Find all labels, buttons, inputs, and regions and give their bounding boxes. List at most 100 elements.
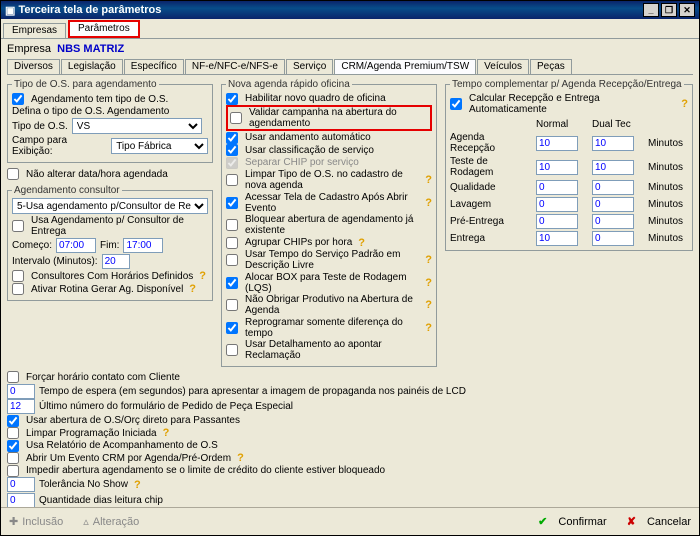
tab-nfe[interactable]: NF-e/NFC-e/NFS-e — [185, 59, 285, 74]
inp-pe-n[interactable] — [536, 214, 578, 229]
tab-especifico[interactable]: Específico — [124, 59, 184, 74]
hint-icon[interactable]: ? — [425, 322, 432, 334]
chk-agrupar-chips[interactable] — [226, 237, 238, 249]
hint-icon[interactable]: ? — [425, 277, 432, 289]
inp-lv-n[interactable] — [536, 197, 578, 212]
tab-veiculos[interactable]: Veículos — [477, 59, 529, 74]
inp-en-n[interactable] — [536, 231, 578, 246]
inp-ultimo-num[interactable] — [7, 399, 35, 414]
chk-acessar-tela[interactable] — [226, 197, 238, 209]
chk-nao-obrigar[interactable] — [226, 299, 238, 311]
window-title: Terceira tela de parâmetros — [18, 4, 161, 16]
inp-qtd-dias[interactable] — [7, 493, 35, 508]
row-ag-recep: Agenda Recepção — [450, 132, 530, 154]
inp-comeco[interactable] — [56, 238, 96, 253]
hint-icon[interactable]: ? — [163, 427, 170, 439]
lbl-ultimo-num: Último número do formulário de Pedido de… — [39, 401, 293, 412]
row-pre: Pré-Entrega — [450, 216, 530, 227]
inp-ql-n[interactable] — [536, 180, 578, 195]
inp-fim[interactable] — [123, 238, 163, 253]
chk-alocar-box[interactable] — [226, 277, 238, 289]
chk-classificacao[interactable] — [226, 144, 238, 156]
inp-pe-d[interactable] — [592, 214, 634, 229]
lbl-calc-auto: Calcular Recepção e Entrega Automaticame… — [469, 93, 675, 115]
hint-icon[interactable]: ? — [425, 254, 432, 266]
tab-crm[interactable]: CRM/Agenda Premium/TSW — [334, 59, 476, 74]
hint-icon[interactable]: ? — [134, 479, 141, 491]
chk-usa-ag-entrega[interactable] — [12, 220, 24, 232]
chk-forcar-horario[interactable] — [7, 371, 19, 383]
lbl-qtd-dias: Quantidade dias leitura chip — [39, 495, 163, 506]
inp-tolerancia[interactable] — [7, 477, 35, 492]
hint-icon[interactable]: ? — [681, 98, 688, 110]
hint-icon[interactable]: ? — [425, 299, 432, 311]
inp-tempo-espera[interactable] — [7, 384, 35, 399]
unit-min: Minutos — [648, 233, 688, 244]
inp-tr-d[interactable] — [592, 160, 634, 175]
hint-icon[interactable]: ? — [425, 174, 432, 186]
tab-parametros[interactable]: Parâmetros — [68, 20, 140, 38]
chk-habilitar-quadro[interactable] — [226, 93, 238, 105]
lbl-nao-alterar: Não alterar data/hora agendada — [26, 169, 168, 180]
chk-usar-abertura[interactable] — [7, 415, 19, 427]
inp-intervalo[interactable] — [102, 254, 130, 269]
lbl-nao-obrigar: Não Obrigar Produtivo na Abertura de Age… — [245, 294, 419, 316]
tab-legislacao[interactable]: Legislação — [61, 59, 123, 74]
tab-pecas[interactable]: Peças — [530, 59, 572, 74]
chk-bloquear-ag[interactable] — [226, 219, 238, 231]
right-column: Tempo complementar p/ Agenda Recepção/En… — [445, 79, 693, 367]
chk-validar-campanha[interactable] — [230, 112, 242, 124]
tab-empresas[interactable]: Empresas — [3, 23, 66, 38]
maximize-button[interactable]: ❐ — [661, 3, 677, 17]
unit-min: Minutos — [648, 199, 688, 210]
lbl-usar-abertura: Usar abertura de O.S/Orç direto para Pas… — [26, 415, 240, 426]
lbl-alocar-box: Alocar BOX para Teste de Rodagem (LQS) — [245, 272, 419, 294]
chk-abrir-evento[interactable] — [7, 452, 19, 464]
btn-inclusao[interactable]: ✚ Inclusão — [9, 515, 63, 528]
btn-confirmar[interactable]: Confirmar — [538, 515, 607, 528]
chk-limpar-tipo-os[interactable] — [226, 174, 238, 186]
chk-limpar-prog[interactable] — [7, 427, 19, 439]
chk-ag-tem-tipo[interactable] — [12, 93, 24, 105]
sel-tipo-os[interactable]: VS — [72, 118, 202, 134]
inp-ag-d[interactable] — [592, 136, 634, 151]
hint-icon[interactable]: ? — [425, 197, 432, 209]
chk-tempo-padrao[interactable] — [226, 254, 238, 266]
inp-tr-n[interactable] — [536, 160, 578, 175]
tab-diversos[interactable]: Diversos — [7, 59, 60, 74]
tab-servico[interactable]: Serviço — [286, 59, 333, 74]
lbl-limpar-tipo-os: Limpar Tipo de O.S. no cadastro de nova … — [245, 169, 419, 191]
lbl-impedir: Impedir abertura agendamento se o limite… — [26, 465, 385, 476]
chk-impedir[interactable] — [7, 465, 19, 477]
chk-separar-chip — [226, 157, 238, 169]
lbl-tempo-padrao: Usar Tempo do Serviço Padrão em Descriçã… — [245, 249, 419, 271]
btn-cancelar[interactable]: Cancelar — [627, 515, 691, 528]
hint-icon[interactable]: ? — [199, 270, 206, 282]
chk-detalhamento[interactable] — [226, 344, 238, 356]
chk-usa-relatorio[interactable] — [7, 440, 19, 452]
chk-andamento-auto[interactable] — [226, 132, 238, 144]
hint-icon[interactable]: ? — [237, 452, 244, 464]
sel-campo-exib[interactable]: Tipo Fábrica — [111, 138, 208, 154]
chk-reprogramar[interactable] — [226, 322, 238, 334]
lbl-usa-ag-entrega: Usa Agendamento p/ Consultor de Entrega — [31, 215, 208, 237]
chk-consultores-horarios[interactable] — [12, 270, 24, 282]
lbl-reprogramar: Reprogramar somente diferença do tempo — [245, 317, 419, 339]
chk-nao-alterar[interactable] — [7, 168, 19, 180]
row-teste: Teste de Rodagem — [450, 156, 530, 178]
lbl-tipo-os: Tipo de O.S. — [12, 121, 68, 132]
btn-alteracao[interactable]: ▵ Alteração — [83, 515, 139, 528]
hint-icon[interactable]: ? — [358, 237, 365, 249]
minimize-button[interactable]: _ — [643, 3, 659, 17]
sel-ag-consultor[interactable]: 5-Usa agendamento p/Consultor de Recepçã… — [12, 198, 208, 214]
main-columns: Tipo de O.S. para agendamento Agendament… — [7, 79, 693, 367]
inp-ag-n[interactable] — [536, 136, 578, 151]
inp-en-d[interactable] — [592, 231, 634, 246]
lbl-intervalo: Intervalo (Minutos): — [12, 256, 98, 267]
chk-ativar-rotina[interactable] — [12, 283, 24, 295]
inp-ql-d[interactable] — [592, 180, 634, 195]
inp-lv-d[interactable] — [592, 197, 634, 212]
close-button[interactable]: ✕ — [679, 3, 695, 17]
hint-icon[interactable]: ? — [189, 283, 196, 295]
chk-calc-auto[interactable] — [450, 98, 462, 110]
